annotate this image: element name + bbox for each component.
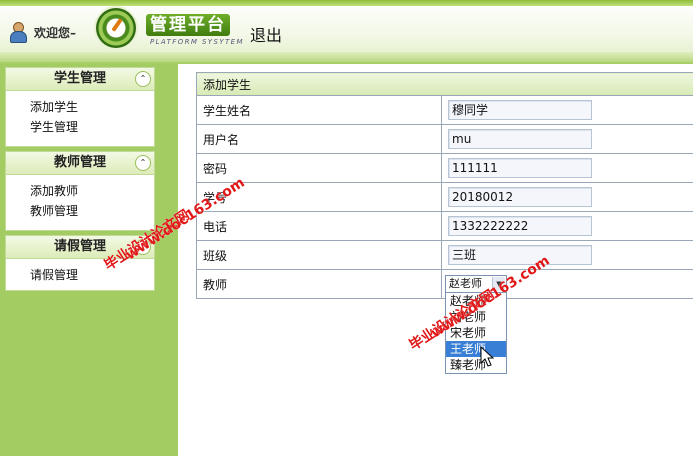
field-label: 电话 <box>196 211 442 241</box>
form-row-username: 用户名 mu <box>196 124 693 154</box>
sidebar-item-add-teacher[interactable]: 添加教师 <box>30 181 154 201</box>
field-label: 班级 <box>196 240 442 270</box>
username-input[interactable]: mu <box>448 129 592 149</box>
form-row-phone: 电话 1332222222 <box>196 211 693 241</box>
logo-gauge-icon <box>96 8 136 48</box>
header-bottom-strip <box>0 52 693 62</box>
welcome-text: 欢迎您– <box>34 25 77 40</box>
field-label: 学生姓名 <box>196 95 442 125</box>
sidebar: 学生管理 ⌃ 添加学生 学生管理 教师管理 ⌃ 添加教师 教师管理 请假管理 ⌃… <box>0 64 178 456</box>
welcome-area: 欢迎您– <box>8 22 77 43</box>
panel-title: 学生管理 <box>53 71 106 86</box>
phone-input[interactable]: 1332222222 <box>448 216 592 236</box>
sidebar-item-teacher-manage[interactable]: 教师管理 <box>30 201 154 221</box>
form-row-class: 班级 三班 <box>196 240 693 270</box>
collapse-up-icon[interactable]: ⌃ <box>135 155 151 171</box>
form-row-password: 密码 111111 <box>196 153 693 183</box>
header-bar: 欢迎您– 管理平台 PLATFORM SYSYTEM 退出 <box>0 0 693 64</box>
field-label: 教师 <box>196 269 442 299</box>
password-input[interactable]: 111111 <box>448 158 592 178</box>
form-row-student-id: 学号 20180012 <box>196 182 693 212</box>
sidebar-item-leave-manage[interactable]: 请假管理 <box>30 265 154 285</box>
collapse-up-icon[interactable]: ⌃ <box>135 71 151 87</box>
sidebar-panel-teacher: 教师管理 ⌃ 添加教师 教师管理 <box>5 151 155 231</box>
form-row-name: 学生姓名 穆同学 <box>196 95 693 125</box>
user-icon <box>8 22 28 43</box>
platform-title: 管理平台 <box>146 14 230 36</box>
sidebar-item-student-manage[interactable]: 学生管理 <box>30 117 154 137</box>
panel-title: 请假管理 <box>53 239 106 254</box>
student-name-input[interactable]: 穆同学 <box>448 100 592 120</box>
panel-title: 教师管理 <box>53 155 106 170</box>
teacher-option-highlighted[interactable]: 王老师 <box>446 341 506 357</box>
logout-link[interactable]: 退出 <box>250 22 282 46</box>
class-input[interactable]: 三班 <box>448 245 592 265</box>
panel-header-student[interactable]: 学生管理 ⌃ <box>6 68 154 91</box>
sidebar-panel-student: 学生管理 ⌃ 添加学生 学生管理 <box>5 67 155 147</box>
form-title-row: 添加学生 <box>196 72 693 96</box>
student-id-input[interactable]: 20180012 <box>448 187 592 207</box>
teacher-option[interactable]: 臻老师 <box>446 357 506 373</box>
form-title: 添加学生 <box>196 72 693 96</box>
add-student-form: 添加学生 学生姓名 穆同学 用户名 mu 密码 111111 学号 201800… <box>196 72 693 299</box>
field-label: 用户名 <box>196 124 442 154</box>
sidebar-item-add-student[interactable]: 添加学生 <box>30 97 154 117</box>
platform-subtitle: PLATFORM SYSYTEM <box>150 38 244 46</box>
mouse-cursor-icon <box>480 346 494 367</box>
header-top-strip <box>0 0 693 6</box>
panel-header-teacher[interactable]: 教师管理 ⌃ <box>6 152 154 175</box>
